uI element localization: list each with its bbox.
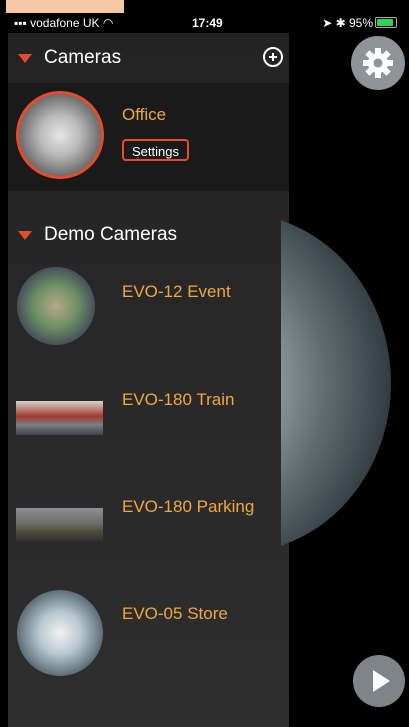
status-time: 17:49: [192, 16, 223, 30]
status-right: ➤ ✱ 95%: [322, 16, 397, 30]
evo-180-train-thumbnail[interactable]: [16, 401, 103, 435]
add-camera-button[interactable]: [263, 47, 283, 67]
evo-05-store-thumbnail[interactable]: [17, 590, 103, 676]
live-camera-view[interactable]: [281, 213, 393, 553]
evo-12-event-name[interactable]: EVO-12 Event: [122, 282, 231, 302]
status-bar: ▪▪▪ vodafone UK ◠ 17:49 ➤ ✱ 95%: [0, 13, 409, 33]
office-camera-name[interactable]: Office: [122, 105, 166, 125]
evo-180-train-name[interactable]: EVO-180 Train: [122, 390, 234, 410]
demo-cameras-header: Demo Cameras: [8, 210, 289, 260]
evo-180-parking-thumbnail[interactable]: [16, 508, 103, 542]
carrier-label: ▪▪▪ vodafone UK ◠: [14, 16, 114, 30]
evo-05-store-name[interactable]: EVO-05 Store: [122, 604, 228, 624]
settings-gear-button[interactable]: [351, 36, 405, 90]
camera-row-office[interactable]: [8, 83, 289, 191]
fisheye-image: [281, 213, 391, 553]
top-tab: [6, 0, 124, 13]
cameras-header: Cameras: [8, 33, 289, 83]
camera-list-panel: Cameras Office Settings Demo Cameras EVO…: [8, 33, 289, 727]
evo-12-event-thumbnail[interactable]: [17, 267, 95, 345]
play-icon: [373, 670, 390, 692]
evo-180-parking-name[interactable]: EVO-180 Parking: [122, 497, 254, 517]
collapse-triangle-icon[interactable]: [18, 53, 32, 63]
play-button[interactable]: [353, 655, 405, 707]
collapse-triangle-icon[interactable]: [18, 230, 32, 240]
demo-cameras-title: Demo Cameras: [44, 224, 178, 245]
cameras-title: Cameras: [44, 47, 122, 68]
battery-icon: [375, 17, 397, 28]
gear-icon: [363, 48, 393, 78]
office-settings-button[interactable]: Settings: [122, 139, 189, 161]
office-camera-thumbnail[interactable]: [16, 91, 104, 179]
